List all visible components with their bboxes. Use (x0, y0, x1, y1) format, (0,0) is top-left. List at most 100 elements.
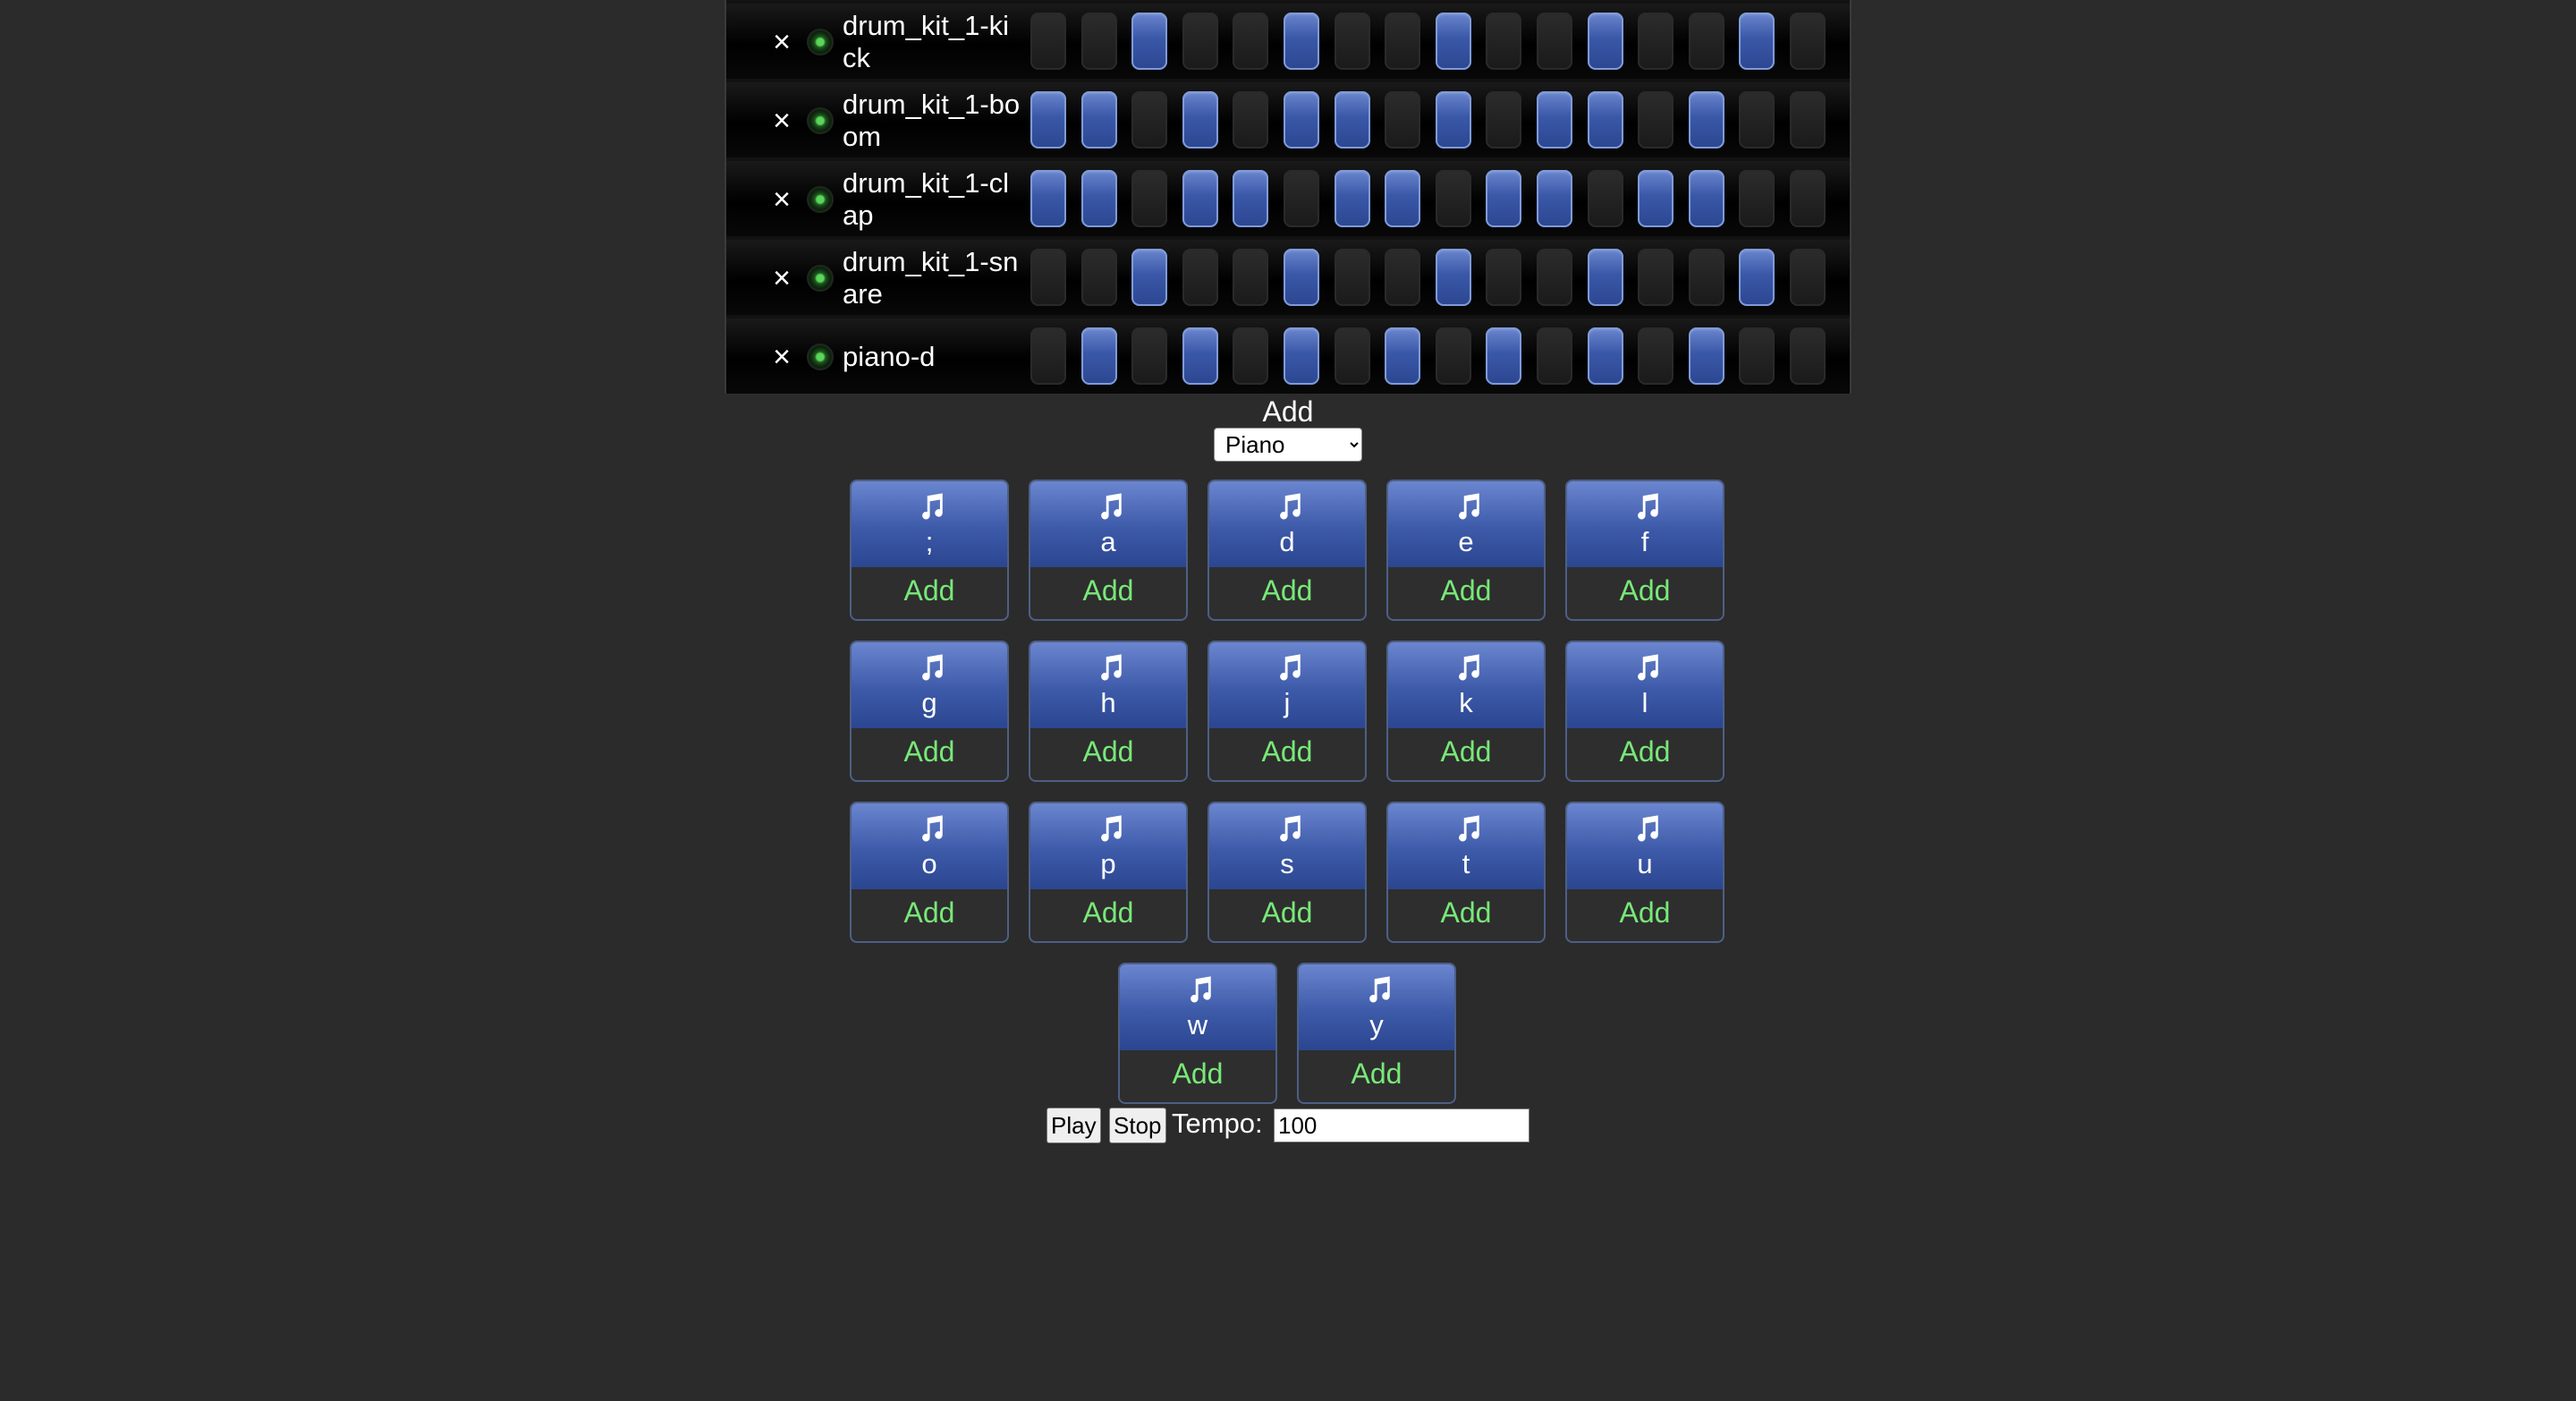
step-button-active[interactable] (1739, 249, 1775, 306)
step-button[interactable] (1790, 13, 1826, 70)
add-sample-button[interactable]: Add (1388, 895, 1544, 930)
add-sample-button[interactable]: Add (852, 573, 1007, 608)
tempo-input[interactable] (1274, 1108, 1530, 1142)
step-button-active[interactable] (1284, 13, 1319, 70)
remove-track-icon[interactable]: × (764, 20, 800, 64)
step-button[interactable] (1790, 327, 1826, 385)
step-button-active[interactable] (1131, 249, 1167, 306)
step-button[interactable] (1081, 249, 1117, 306)
step-button[interactable] (1182, 249, 1218, 306)
step-button-active[interactable] (1486, 327, 1521, 385)
step-button[interactable] (1537, 327, 1572, 385)
step-button[interactable] (1030, 249, 1066, 306)
track-led-icon[interactable] (807, 29, 834, 55)
step-button-active[interactable] (1284, 249, 1319, 306)
step-button-active[interactable] (1335, 91, 1370, 149)
step-button[interactable] (1739, 327, 1775, 385)
add-sample-button[interactable]: Add (1209, 573, 1365, 608)
step-button-active[interactable] (1588, 249, 1623, 306)
step-button[interactable] (1131, 327, 1167, 385)
step-button[interactable] (1385, 91, 1420, 149)
step-button[interactable] (1486, 91, 1521, 149)
sample-header[interactable]: g (852, 642, 1007, 728)
remove-track-icon[interactable]: × (764, 177, 800, 222)
step-button-active[interactable] (1588, 327, 1623, 385)
remove-track-icon[interactable]: × (764, 98, 800, 143)
step-button-active[interactable] (1131, 13, 1167, 70)
add-sample-button[interactable]: Add (852, 734, 1007, 769)
step-button[interactable] (1790, 249, 1826, 306)
sample-header[interactable]: p (1030, 803, 1186, 889)
add-sample-button[interactable]: Add (1209, 895, 1365, 930)
step-button-active[interactable] (1081, 91, 1117, 149)
step-button[interactable] (1233, 327, 1268, 385)
step-button-active[interactable] (1537, 170, 1572, 227)
step-button[interactable] (1335, 327, 1370, 385)
step-button-active[interactable] (1537, 91, 1572, 149)
step-button-active[interactable] (1081, 170, 1117, 227)
step-button[interactable] (1436, 170, 1471, 227)
add-sample-button[interactable]: Add (1388, 573, 1544, 608)
remove-track-icon[interactable]: × (764, 256, 800, 301)
instrument-select[interactable]: Piano (1214, 428, 1362, 462)
add-sample-button[interactable]: Add (1567, 573, 1723, 608)
step-button[interactable] (1689, 13, 1724, 70)
step-button[interactable] (1790, 91, 1826, 149)
sample-header[interactable]: l (1567, 642, 1723, 728)
step-button[interactable] (1486, 13, 1521, 70)
step-button-active[interactable] (1739, 13, 1775, 70)
step-button[interactable] (1739, 170, 1775, 227)
sample-header[interactable]: u (1567, 803, 1723, 889)
step-button-active[interactable] (1486, 170, 1521, 227)
step-button-active[interactable] (1385, 170, 1420, 227)
sample-header[interactable]: d (1209, 481, 1365, 567)
step-button[interactable] (1081, 13, 1117, 70)
add-sample-button[interactable]: Add (1388, 734, 1544, 769)
step-button-active[interactable] (1436, 249, 1471, 306)
step-button-active[interactable] (1385, 327, 1420, 385)
step-button[interactable] (1233, 249, 1268, 306)
sample-header[interactable]: h (1030, 642, 1186, 728)
step-button[interactable] (1233, 13, 1268, 70)
step-button-active[interactable] (1233, 170, 1268, 227)
step-button-active[interactable] (1182, 327, 1218, 385)
add-sample-button[interactable]: Add (1567, 895, 1723, 930)
step-button[interactable] (1436, 327, 1471, 385)
step-button-active[interactable] (1030, 91, 1066, 149)
step-button-active[interactable] (1689, 327, 1724, 385)
step-button[interactable] (1588, 170, 1623, 227)
remove-track-icon[interactable]: × (764, 335, 800, 379)
step-button[interactable] (1385, 249, 1420, 306)
step-button-active[interactable] (1689, 170, 1724, 227)
step-button-active[interactable] (1284, 327, 1319, 385)
sample-header[interactable]: f (1567, 481, 1723, 567)
step-button[interactable] (1284, 170, 1319, 227)
track-led-icon[interactable] (807, 186, 834, 213)
add-sample-button[interactable]: Add (1567, 734, 1723, 769)
add-sample-button[interactable]: Add (1120, 1056, 1275, 1091)
step-button[interactable] (1233, 91, 1268, 149)
step-button[interactable] (1030, 13, 1066, 70)
step-button[interactable] (1030, 327, 1066, 385)
sample-header[interactable]: e (1388, 481, 1544, 567)
add-sample-button[interactable]: Add (1030, 573, 1186, 608)
add-sample-button[interactable]: Add (1209, 734, 1365, 769)
track-led-icon[interactable] (807, 344, 834, 370)
play-button[interactable]: Play (1046, 1108, 1101, 1143)
add-sample-button[interactable]: Add (1030, 895, 1186, 930)
sample-header[interactable]: t (1388, 803, 1544, 889)
step-button[interactable] (1131, 91, 1167, 149)
add-sample-button[interactable]: Add (1299, 1056, 1454, 1091)
step-button[interactable] (1486, 249, 1521, 306)
step-button-active[interactable] (1030, 170, 1066, 227)
sample-header[interactable]: j (1209, 642, 1365, 728)
step-button-active[interactable] (1284, 91, 1319, 149)
step-button[interactable] (1385, 13, 1420, 70)
add-sample-button[interactable]: Add (1030, 734, 1186, 769)
step-button[interactable] (1335, 249, 1370, 306)
sample-header[interactable]: s (1209, 803, 1365, 889)
step-button[interactable] (1638, 91, 1674, 149)
step-button-active[interactable] (1436, 91, 1471, 149)
step-button-active[interactable] (1182, 91, 1218, 149)
add-sample-button[interactable]: Add (852, 895, 1007, 930)
